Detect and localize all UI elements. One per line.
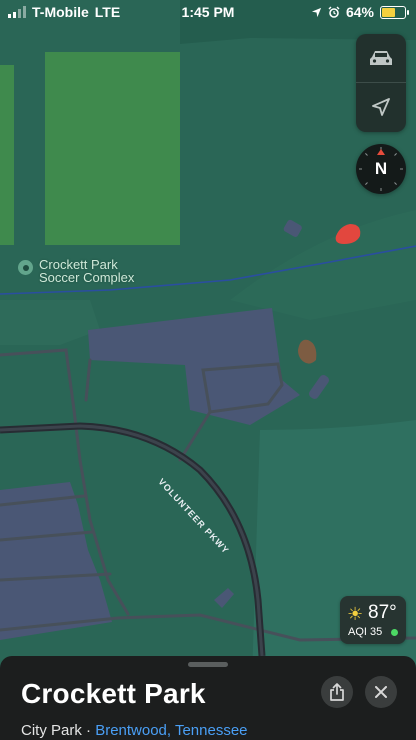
battery-percent: 64% xyxy=(345,4,374,20)
share-button[interactable] xyxy=(321,676,353,708)
poi-label: Crockett Park Soccer Complex xyxy=(39,258,134,284)
soccer-field xyxy=(0,65,14,245)
status-right: 64% xyxy=(311,4,409,20)
weather-widget[interactable]: ☀ 87° AQI 35 xyxy=(340,596,406,644)
poi-soccer-complex[interactable]: Crockett Park Soccer Complex xyxy=(18,258,134,284)
compass-button[interactable]: N xyxy=(356,144,406,194)
share-icon xyxy=(330,683,344,701)
compass-label: N xyxy=(374,159,388,178)
place-location-link[interactable]: Brentwood, Tennessee xyxy=(95,722,247,739)
north-indicator-icon xyxy=(377,149,385,155)
close-icon xyxy=(375,686,387,698)
place-title: Crockett Park xyxy=(21,678,206,709)
poi-label-line2: Soccer Complex xyxy=(39,270,135,285)
close-button[interactable] xyxy=(365,676,397,708)
sheet-drag-handle[interactable] xyxy=(188,662,228,667)
current-location-button[interactable] xyxy=(356,83,406,131)
aqi-status-dot xyxy=(391,629,398,636)
aqi-value: AQI 35 xyxy=(348,626,383,638)
location-arrow-icon xyxy=(311,7,322,17)
place-subtitle: City Park · Brentwood, Tennessee xyxy=(21,722,248,739)
soccer-field xyxy=(45,52,180,245)
soccer-ball-icon xyxy=(18,260,33,275)
map-controls xyxy=(356,34,406,132)
location-arrow-icon xyxy=(372,98,390,116)
status-bar: T-Mobile LTE 1:45 PM 64% xyxy=(0,0,416,24)
battery-icon xyxy=(380,5,409,19)
temperature: 87° xyxy=(368,602,397,623)
alarm-clock-icon xyxy=(328,6,340,18)
sun-icon: ☀ xyxy=(347,604,364,624)
place-category: City Park xyxy=(21,722,82,739)
map-mode-button[interactable] xyxy=(356,34,406,82)
subtitle-separator: · xyxy=(81,722,96,739)
place-card[interactable]: Crockett Park City Park · Brentwood, Ten… xyxy=(0,656,416,740)
car-icon xyxy=(370,51,392,65)
